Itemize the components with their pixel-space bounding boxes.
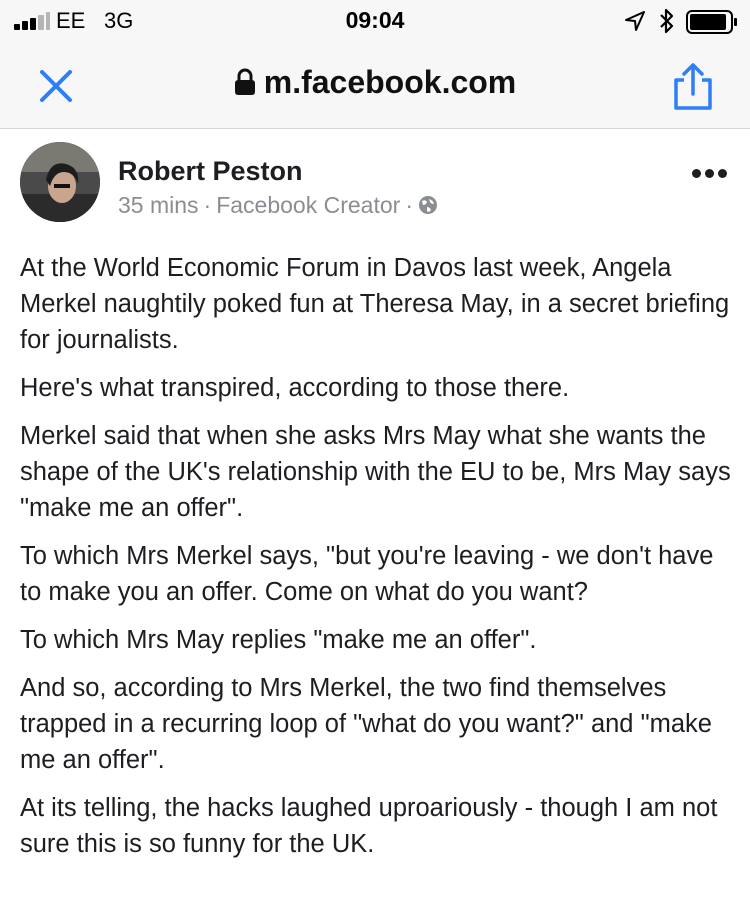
post-paragraph: And so, according to Mrs Merkel, the two… [20, 674, 712, 774]
post-time[interactable]: 35 mins [118, 192, 199, 218]
post-paragraph: Here's what transpired, according to tho… [20, 374, 570, 402]
battery-icon [686, 10, 737, 34]
meta-separator: · [405, 192, 413, 218]
lock-icon [234, 68, 255, 95]
browser-toolbar: m.facebook.com [0, 44, 750, 129]
globe-icon [418, 196, 437, 214]
post-paragraph: To which Mrs May replies "make me an off… [20, 626, 537, 654]
address-bar[interactable]: m.facebook.com [0, 64, 750, 101]
post-paragraph: Merkel said that when she asks Mrs May w… [20, 422, 731, 522]
post-paragraph: To which Mrs Merkel says, "but you're le… [20, 542, 714, 606]
more-options-button[interactable] [692, 166, 728, 180]
avatar[interactable] [20, 142, 100, 222]
meta-separator: · [203, 192, 212, 218]
post-meta: 35 mins · Facebook Creator · [118, 192, 438, 219]
share-icon[interactable] [670, 62, 716, 112]
url-text: m.facebook.com [263, 64, 517, 100]
post-paragraph: At its telling, the hacks laughed uproar… [20, 794, 718, 858]
location-arrow-icon [625, 11, 645, 31]
author-name[interactable]: Robert Peston [118, 156, 303, 187]
post-source: Facebook Creator [216, 192, 401, 218]
post-paragraph: At the World Economic Forum in Davos las… [20, 254, 730, 354]
post-body: At the World Economic Forum in Davos las… [20, 250, 735, 874]
bluetooth-icon [660, 8, 674, 34]
status-bar: EE 3G 09:04 [0, 0, 750, 44]
